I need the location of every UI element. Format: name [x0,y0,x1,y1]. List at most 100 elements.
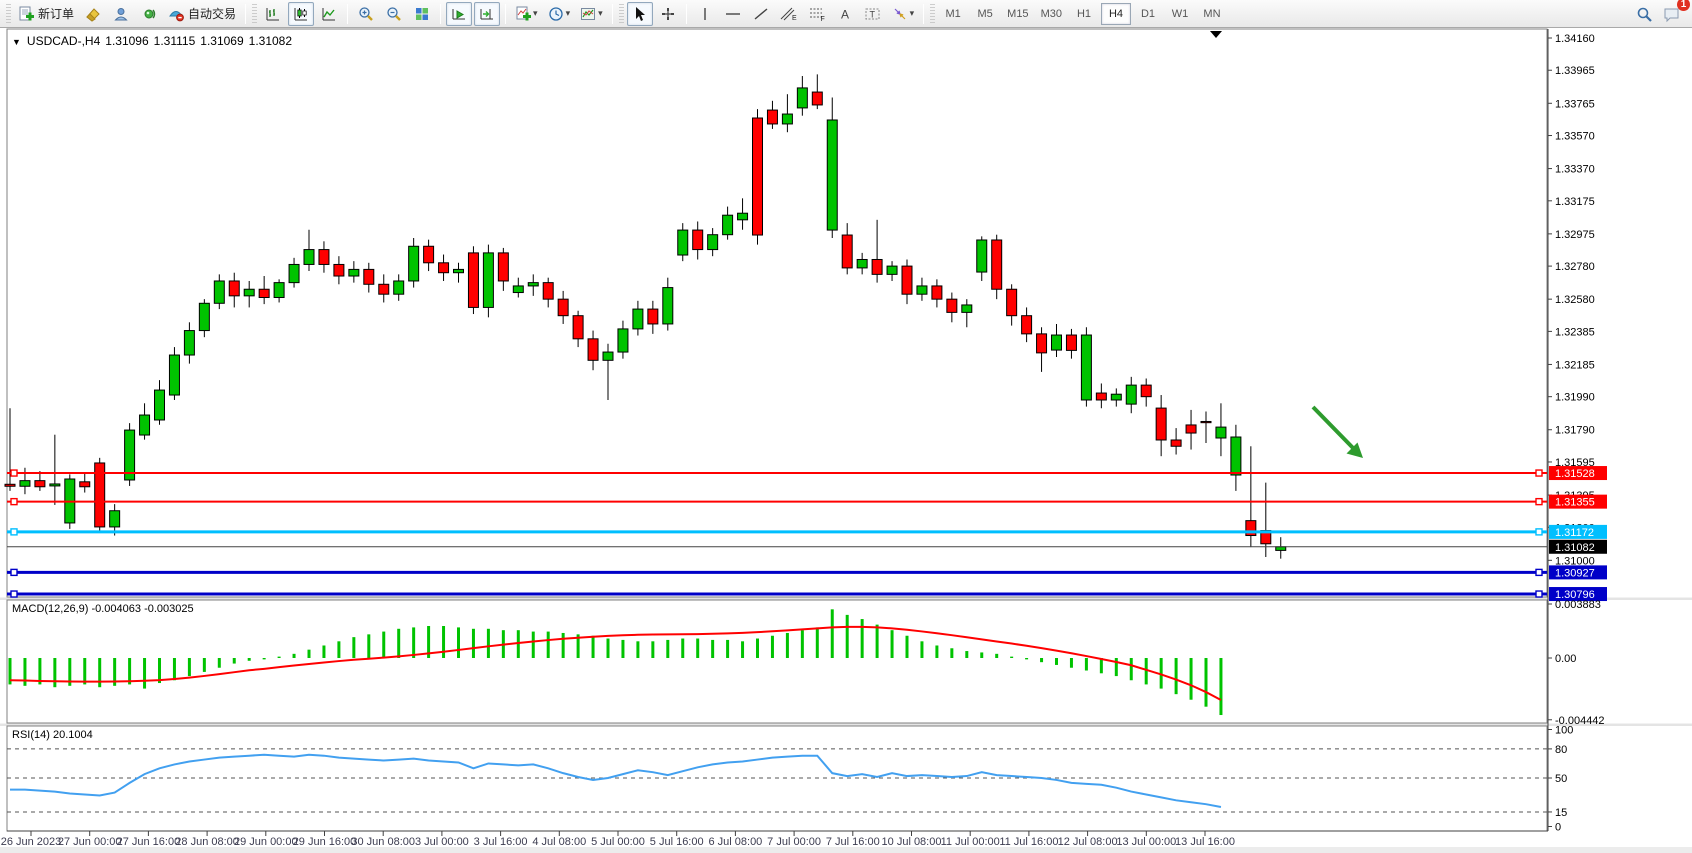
candle[interactable] [214,281,224,303]
candle[interactable] [902,266,912,294]
line-handle[interactable] [11,470,17,476]
line-handle[interactable] [1536,499,1542,505]
zoom-in-button[interactable] [353,2,379,26]
candle[interactable] [1141,385,1151,397]
candle[interactable] [1126,385,1136,404]
timeframe-button-M30[interactable]: M30 [1036,3,1067,25]
candle[interactable] [289,264,299,282]
candle[interactable] [603,352,613,360]
candle[interactable] [663,288,673,324]
timeframe-button-M5[interactable]: M5 [970,3,1000,25]
candle[interactable] [140,415,150,435]
candle[interactable] [409,246,419,281]
candle[interactable] [827,120,837,230]
line-handle[interactable] [1536,470,1542,476]
periods-button[interactable]: ▾ [544,2,575,26]
line-handle[interactable] [11,529,17,535]
candle[interactable] [573,316,583,339]
text-tool-button[interactable]: A [832,2,858,26]
bar-chart-button[interactable] [260,2,286,26]
candle[interactable] [693,230,703,250]
candle[interactable] [887,266,897,274]
candle[interactable] [1201,421,1211,422]
candle[interactable] [184,331,194,355]
fibonacci-tool-button[interactable]: F [804,2,830,26]
candle[interactable] [947,299,957,312]
candle[interactable] [1081,335,1091,400]
candle[interactable] [5,484,15,486]
arrows-tool-button[interactable]: ▾ [888,2,919,26]
candle[interactable] [1096,393,1106,400]
timeframe-button-H1[interactable]: H1 [1069,3,1099,25]
candle[interactable] [1037,334,1047,353]
search-button[interactable] [1631,2,1657,26]
timeframe-button-M15[interactable]: M15 [1002,3,1033,25]
candle[interactable] [633,309,643,329]
candle[interactable] [379,284,389,294]
candle[interactable] [483,253,493,308]
timeframe-button-D1[interactable]: D1 [1133,3,1163,25]
candle[interactable] [80,482,90,487]
candle[interactable] [424,246,434,263]
candle[interactable] [498,253,508,281]
candle[interactable] [812,92,822,105]
vertical-line-tool-button[interactable] [692,2,718,26]
line-handle[interactable] [11,499,17,505]
candle[interactable] [468,253,478,308]
candle[interactable] [169,355,179,395]
auto-scroll-button[interactable] [446,2,472,26]
candle[interactable] [648,309,658,324]
text-label-tool-button[interactable]: T [860,2,886,26]
candle[interactable] [528,283,538,286]
line-handle[interactable] [1536,529,1542,535]
candle[interactable] [349,269,359,276]
candle[interactable] [1111,394,1121,400]
candle[interactable] [797,88,807,108]
horizontal-line-tool-button[interactable] [720,2,746,26]
auto-trading-button[interactable]: 自动交易 [164,2,240,26]
candle[interactable] [244,289,254,296]
candle[interactable] [274,283,284,298]
line-handle[interactable] [1536,591,1542,597]
candle[interactable] [50,484,60,486]
candle[interactable] [35,481,45,487]
candle[interactable] [618,329,628,352]
candle[interactable] [753,118,763,235]
candle[interactable] [842,235,852,268]
candle[interactable] [678,230,688,255]
candle[interactable] [1022,316,1032,334]
candle[interactable] [20,481,30,487]
candle[interactable] [454,269,464,272]
candle[interactable] [977,240,987,272]
zoom-out-button[interactable] [381,2,407,26]
candle[interactable] [932,286,942,299]
timeframe-button-W1[interactable]: W1 [1165,3,1195,25]
toolbar-grip[interactable] [619,4,624,24]
chart-shift-button[interactable] [474,2,500,26]
candlestick-chart-button[interactable] [288,2,314,26]
news-button[interactable] [136,2,162,26]
candle[interactable] [1066,335,1076,350]
candle[interactable] [155,390,165,420]
candle[interactable] [962,305,972,312]
candle[interactable] [513,286,523,293]
candle[interactable] [319,250,329,265]
crosshair-tool-button[interactable] [655,2,681,26]
candle[interactable] [229,281,239,296]
templates-button[interactable]: ▾ [576,2,607,26]
candle[interactable] [708,235,718,250]
candle[interactable] [1052,335,1062,350]
profile-button[interactable] [108,2,134,26]
toolbar-grip[interactable] [930,4,935,24]
line-handle[interactable] [1536,569,1542,575]
candle[interactable] [334,264,344,276]
candle[interactable] [1171,440,1181,446]
candle[interactable] [199,303,209,330]
candle[interactable] [872,259,882,274]
candle[interactable] [767,110,777,124]
candle[interactable] [1231,437,1241,475]
tile-windows-button[interactable] [409,2,435,26]
cursor-tool-button[interactable] [627,2,653,26]
line-handle[interactable] [11,569,17,575]
equidistant-channel-tool-button[interactable]: E [776,2,802,26]
